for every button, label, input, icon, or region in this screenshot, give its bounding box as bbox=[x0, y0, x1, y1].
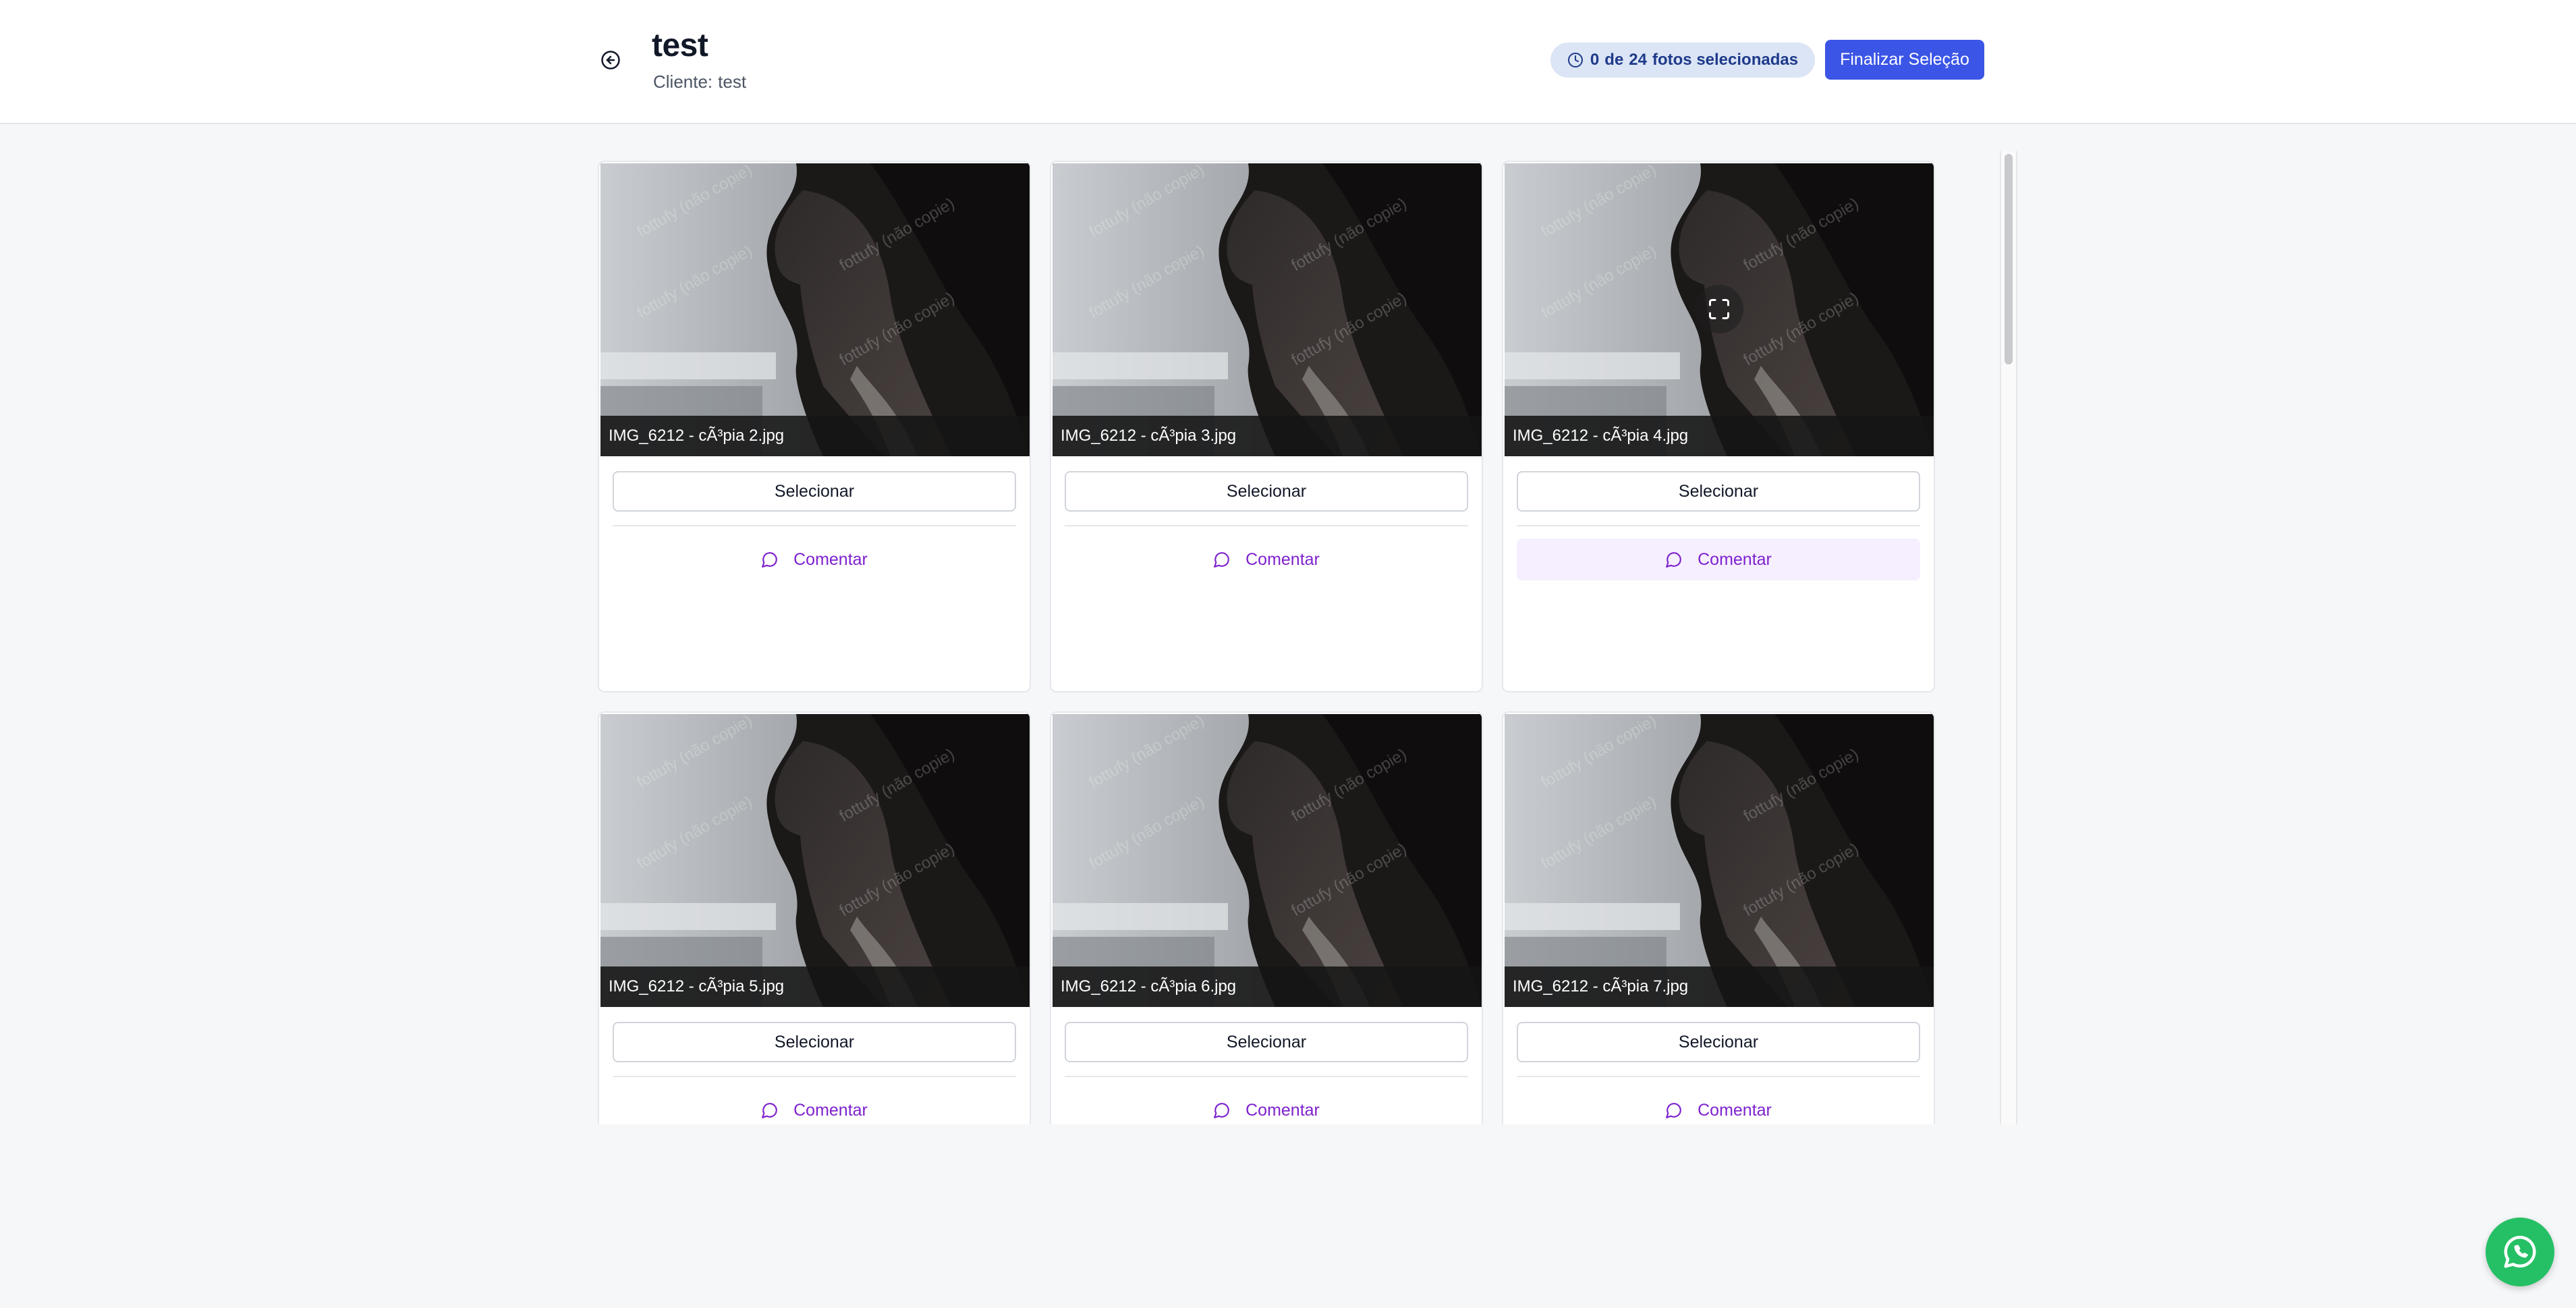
photo-thumbnail[interactable]: fottufy (não copie) fottufy (não copie) … bbox=[1505, 714, 1934, 1007]
count-suffix: fotos selecionadas bbox=[1652, 51, 1799, 69]
photo-image: fottufy (não copie) fottufy (não copie) … bbox=[1053, 163, 1482, 456]
photo-grid: fottufy (não copie) fottufy (não copie) … bbox=[598, 161, 1935, 1124]
photo-thumbnail[interactable]: fottufy (não copie) fottufy (não copie) … bbox=[600, 163, 1030, 456]
expand-photo-button[interactable] bbox=[1695, 285, 1743, 333]
select-photo-button[interactable]: Selecionar bbox=[1517, 471, 1920, 512]
comment-button[interactable]: Comentar bbox=[1065, 1089, 1468, 1124]
comment-label: Comentar bbox=[1245, 549, 1320, 569]
client-name: test bbox=[718, 72, 747, 92]
photo-image: fottufy (não copie) fottufy (não copie) … bbox=[1505, 714, 1934, 1007]
photo-card: fottufy (não copie) fottufy (não copie) … bbox=[1502, 711, 1935, 1124]
comment-label: Comentar bbox=[793, 549, 868, 569]
comment-button[interactable]: Comentar bbox=[1517, 539, 1920, 580]
comment-label: Comentar bbox=[1245, 1100, 1320, 1120]
photo-thumbnail[interactable]: fottufy (não copie) fottufy (não copie) … bbox=[1505, 163, 1934, 456]
divider bbox=[1065, 1076, 1468, 1077]
message-circle-icon bbox=[1666, 1103, 1681, 1118]
photo-card: fottufy (não copie) fottufy (não copie) … bbox=[1050, 161, 1483, 692]
photo-filename: IMG_6212 - cÃ³pia 5.jpg bbox=[600, 966, 1030, 1007]
divider bbox=[613, 525, 1016, 526]
select-photo-button[interactable]: Selecionar bbox=[613, 471, 1016, 512]
selected-count: 0 bbox=[1590, 51, 1600, 69]
photo-card: fottufy (não copie) fottufy (não copie) … bbox=[598, 711, 1031, 1124]
divider bbox=[1517, 525, 1920, 526]
message-circle-icon bbox=[1666, 552, 1681, 568]
photo-gallery: fottufy (não copie) fottufy (não copie) … bbox=[598, 161, 2007, 1124]
photo-image: fottufy (não copie) fottufy (não copie) … bbox=[1053, 714, 1482, 1007]
comment-button[interactable]: Comentar bbox=[1517, 1089, 1920, 1124]
select-photo-button[interactable]: Selecionar bbox=[1065, 1022, 1468, 1062]
select-photo-button[interactable]: Selecionar bbox=[1065, 471, 1468, 512]
total-count: 24 bbox=[1629, 51, 1647, 69]
client-line: Cliente: test bbox=[653, 72, 746, 92]
of-label: de bbox=[1604, 51, 1624, 69]
comment-label: Comentar bbox=[1698, 549, 1772, 569]
client-label: Cliente: bbox=[653, 72, 713, 92]
divider bbox=[1065, 525, 1468, 526]
clock-icon bbox=[1567, 53, 1583, 67]
selection-count-badge: 0 de 24 fotos selecionadas bbox=[1550, 43, 1815, 78]
comment-label: Comentar bbox=[793, 1100, 868, 1120]
page-title: test bbox=[652, 28, 708, 63]
scrollbar-thumb[interactable] bbox=[2005, 154, 2013, 364]
message-circle-icon bbox=[762, 552, 777, 568]
photo-thumbnail[interactable]: fottufy (não copie) fottufy (não copie) … bbox=[1053, 714, 1482, 1007]
select-photo-button[interactable]: Selecionar bbox=[613, 1022, 1016, 1062]
photo-image: fottufy (não copie) fottufy (não copie) … bbox=[600, 714, 1030, 1007]
selection-count-text: 0 de 24 fotos selecionadas bbox=[1590, 51, 1798, 70]
photo-card: fottufy (não copie) fottufy (não copie) … bbox=[598, 161, 1031, 692]
message-circle-icon bbox=[1214, 1103, 1229, 1118]
select-photo-button[interactable]: Selecionar bbox=[1517, 1022, 1920, 1062]
divider bbox=[1517, 1076, 1920, 1077]
comment-button[interactable]: Comentar bbox=[1065, 539, 1468, 580]
photo-filename: IMG_6212 - cÃ³pia 2.jpg bbox=[600, 416, 1030, 456]
whatsapp-icon bbox=[2504, 1236, 2536, 1268]
photo-filename: IMG_6212 - cÃ³pia 7.jpg bbox=[1505, 966, 1934, 1007]
photo-filename: IMG_6212 - cÃ³pia 3.jpg bbox=[1053, 416, 1482, 456]
photo-card: fottufy (não copie) fottufy (não copie) … bbox=[1502, 161, 1935, 692]
whatsapp-button[interactable] bbox=[2486, 1218, 2554, 1286]
page-header: test Cliente: test 0 de 24 fotos selecion… bbox=[0, 0, 2576, 124]
comment-button[interactable]: Comentar bbox=[613, 1089, 1016, 1124]
photo-filename: IMG_6212 - cÃ³pia 4.jpg bbox=[1505, 416, 1934, 456]
maximize-icon bbox=[1709, 299, 1729, 319]
arrow-left-circle-icon bbox=[601, 51, 620, 70]
photo-thumbnail[interactable]: fottufy (não copie) fottufy (não copie) … bbox=[1053, 163, 1482, 456]
scrollbar[interactable] bbox=[2000, 151, 2017, 1124]
photo-card: fottufy (não copie) fottufy (não copie) … bbox=[1050, 711, 1483, 1124]
photo-filename: IMG_6212 - cÃ³pia 6.jpg bbox=[1053, 966, 1482, 1007]
comment-button[interactable]: Comentar bbox=[613, 539, 1016, 580]
message-circle-icon bbox=[1214, 552, 1229, 568]
divider bbox=[613, 1076, 1016, 1077]
back-button[interactable] bbox=[598, 47, 623, 73]
comment-label: Comentar bbox=[1698, 1100, 1772, 1120]
message-circle-icon bbox=[762, 1103, 777, 1118]
photo-image: fottufy (não copie) fottufy (não copie) … bbox=[600, 163, 1030, 456]
finalize-selection-button[interactable]: Finalizar Seleção bbox=[1825, 40, 1984, 80]
photo-thumbnail[interactable]: fottufy (não copie) fottufy (não copie) … bbox=[600, 714, 1030, 1007]
